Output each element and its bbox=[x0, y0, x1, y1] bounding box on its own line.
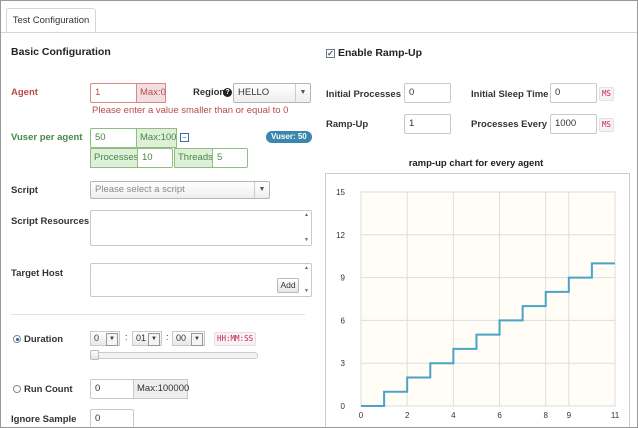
chart-container: 0 3 6 9 12 15 0 2 4 6 8 9 11 bbox=[325, 173, 630, 427]
x-tick-label: 6 bbox=[497, 411, 502, 420]
ignore-sample-input[interactable]: 0 bbox=[90, 409, 134, 427]
duration-radio[interactable] bbox=[13, 335, 21, 343]
tab-test-configuration[interactable]: Test Configuration bbox=[6, 8, 96, 33]
agent-max-addon: Max:0 bbox=[136, 83, 166, 103]
run-count-max-addon: Max:100000 bbox=[133, 379, 189, 399]
seconds-value: 00 bbox=[176, 333, 187, 343]
duration-label: Duration bbox=[24, 334, 64, 345]
divider bbox=[11, 314, 305, 315]
run-count-radio[interactable] bbox=[13, 385, 21, 393]
chevron-down-icon: ▼ bbox=[191, 333, 203, 346]
region-select[interactable]: HELLO ▼ bbox=[233, 83, 311, 103]
y-tick-label: 9 bbox=[341, 274, 346, 283]
time-separator: : bbox=[166, 332, 169, 342]
enable-rampup-checkbox[interactable]: ✓ bbox=[326, 49, 335, 58]
processes-input[interactable]: 10 bbox=[137, 148, 173, 168]
y-tick-label: 6 bbox=[341, 316, 346, 325]
duration-hours-select[interactable]: 0 ▼ bbox=[90, 331, 120, 346]
target-host-textarea[interactable]: Add ▲ ▼ bbox=[90, 263, 312, 297]
plot-area bbox=[360, 191, 616, 407]
x-tick-label: 0 bbox=[359, 411, 364, 420]
x-tick-label: 8 bbox=[544, 411, 549, 420]
ms-unit: MS bbox=[599, 87, 615, 101]
chart-title: ramp-up chart for every agent bbox=[408, 158, 544, 169]
y-tick-label: 12 bbox=[336, 231, 345, 240]
processes-every-label: Processes Every bbox=[471, 119, 548, 130]
run-count-label: Run Count bbox=[24, 384, 73, 395]
time-separator: : bbox=[125, 332, 128, 342]
threads-input[interactable]: 5 bbox=[212, 148, 248, 168]
chevron-down-icon: ▼ bbox=[148, 333, 160, 346]
rampup-chart: 0 3 6 9 12 15 0 2 4 6 8 9 11 bbox=[336, 188, 620, 420]
x-tick-label: 2 bbox=[405, 411, 410, 420]
scroll-up-icon[interactable]: ▲ bbox=[303, 265, 310, 272]
y-tick-label: 3 bbox=[341, 359, 346, 368]
tab-divider bbox=[1, 32, 637, 33]
chevron-down-icon: ▼ bbox=[106, 333, 118, 346]
script-select-placeholder: Please select a script bbox=[95, 184, 185, 195]
script-select[interactable]: Please select a script ▼ bbox=[90, 181, 270, 199]
script-label: Script bbox=[11, 185, 38, 196]
run-count-input[interactable]: 0 bbox=[90, 379, 134, 399]
vuser-max-addon: Max:100 bbox=[136, 128, 177, 148]
agent-label: Agent bbox=[11, 87, 38, 98]
ms-unit: MS bbox=[599, 118, 615, 132]
x-tick-label: 9 bbox=[567, 411, 572, 420]
target-host-label: Target Host bbox=[11, 268, 64, 279]
minutes-value: 01 bbox=[136, 333, 147, 343]
help-icon[interactable]: ? bbox=[223, 88, 232, 97]
vuser-per-agent-label: Vuser per agent bbox=[11, 132, 83, 143]
hours-value: 0 bbox=[94, 333, 100, 343]
region-select-value: HELLO bbox=[238, 87, 270, 98]
initial-processes-label: Initial Processes bbox=[326, 89, 401, 100]
enable-rampup-label: Enable Ramp-Up bbox=[338, 47, 423, 59]
processes-addon: Processes bbox=[90, 148, 138, 168]
x-tick-label: 11 bbox=[611, 411, 620, 420]
scroll-up-icon[interactable]: ▲ bbox=[303, 212, 310, 219]
initial-sleep-time-label: Initial Sleep Time bbox=[471, 89, 549, 100]
chevron-down-icon: ▼ bbox=[295, 84, 310, 102]
scrollbar[interactable]: ▲ ▼ bbox=[303, 265, 310, 295]
initial-processes-input[interactable]: 0 bbox=[404, 83, 451, 103]
ignore-sample-label: Ignore Sample bbox=[11, 414, 77, 425]
processes-every-input[interactable]: 1000 bbox=[550, 114, 597, 134]
script-resources-label: Script Resources bbox=[11, 216, 90, 227]
rampup-label: Ramp-Up bbox=[326, 119, 369, 130]
chevron-down-icon: ▼ bbox=[254, 182, 269, 198]
region-label: Region bbox=[193, 87, 226, 98]
scroll-down-icon[interactable]: ▼ bbox=[303, 237, 310, 244]
agent-error-message: Please enter a value smaller than or equ… bbox=[92, 105, 289, 116]
duration-slider[interactable] bbox=[90, 352, 258, 359]
test-configuration-panel: Test Configuration Basic Configuration A… bbox=[0, 0, 638, 428]
scrollbar[interactable]: ▲ ▼ bbox=[303, 212, 310, 244]
duration-seconds-select[interactable]: 00 ▼ bbox=[172, 331, 205, 346]
rampup-input[interactable]: 1 bbox=[404, 114, 451, 134]
basic-configuration-title: Basic Configuration bbox=[11, 46, 111, 58]
vuser-input[interactable]: 50 bbox=[90, 128, 137, 148]
time-format-hint: HH:MM:SS bbox=[214, 332, 257, 346]
agent-input[interactable]: 1 bbox=[90, 83, 137, 103]
scroll-down-icon[interactable]: ▼ bbox=[303, 288, 310, 295]
collapse-icon[interactable]: − bbox=[180, 133, 189, 142]
threads-addon: Threads bbox=[174, 148, 213, 168]
script-resources-textarea[interactable]: ▲ ▼ bbox=[90, 210, 312, 246]
add-button[interactable]: Add bbox=[277, 278, 299, 293]
y-tick-label: 0 bbox=[341, 402, 346, 411]
y-tick-label: 15 bbox=[336, 188, 345, 197]
slider-handle[interactable] bbox=[90, 350, 99, 360]
duration-minutes-select[interactable]: 01 ▼ bbox=[132, 331, 162, 346]
initial-sleep-time-input[interactable]: 0 bbox=[550, 83, 597, 103]
vuser-badge: Vuser: 50 bbox=[266, 131, 312, 143]
x-tick-label: 4 bbox=[451, 411, 456, 420]
